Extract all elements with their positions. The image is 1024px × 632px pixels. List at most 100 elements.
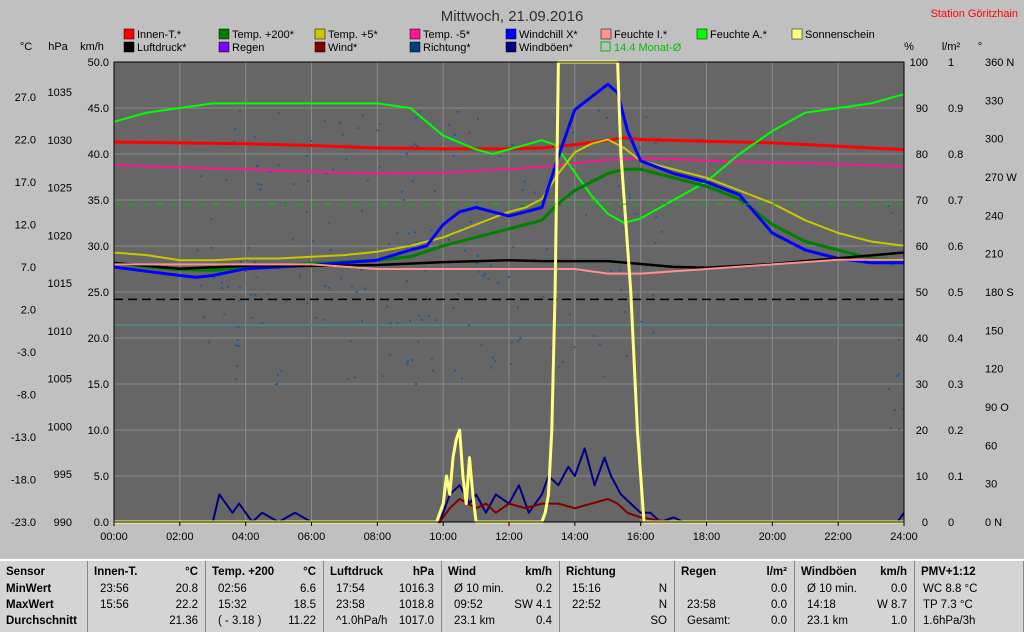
- direction-dot: [338, 122, 341, 125]
- stats-value: TP 7.3 °C: [923, 599, 973, 611]
- stats-unit: hPa: [412, 566, 434, 578]
- stats-time: 02:56: [218, 583, 247, 595]
- direction-dot: [235, 365, 238, 368]
- stats-value: 18.5: [293, 599, 316, 611]
- direction-dot: [261, 322, 264, 325]
- direction-dot: [342, 133, 345, 136]
- direction-dot: [277, 164, 280, 167]
- stats-value: W 8.7: [876, 599, 907, 611]
- direction-dot: [415, 117, 418, 120]
- direction-dot: [346, 378, 349, 381]
- station-label: Station Göritzhain: [931, 8, 1018, 20]
- legend-swatch: [123, 28, 135, 40]
- direction-dot: [360, 320, 363, 323]
- direction-dot: [448, 123, 451, 126]
- x-tick-label: 22:00: [824, 531, 852, 543]
- lm2-tick-label: 0.1: [948, 471, 963, 483]
- direction-dot: [463, 249, 466, 252]
- direction-dot: [266, 293, 269, 296]
- direction-dot: [298, 275, 301, 278]
- direction-dot: [314, 316, 317, 319]
- direction-dot: [402, 198, 405, 201]
- stats-value: WC 8.8 °C: [923, 583, 978, 595]
- direction-dot: [238, 286, 241, 289]
- direction-dot: [307, 179, 310, 182]
- celsius-tick-label: 12.0: [15, 220, 36, 232]
- weather-chart: 00:00 02:00 04:00 06:00 08:00 10:00 12:00 14:00…: [0, 0, 1024, 559]
- direction-dot: [452, 306, 455, 309]
- direction-dot: [521, 188, 524, 191]
- direction-dot: [400, 190, 403, 193]
- direction-dot: [460, 377, 463, 380]
- kmh-tick-label: 45.0: [88, 103, 109, 115]
- direction-dot: [238, 110, 241, 113]
- direction-dot: [312, 239, 315, 242]
- stats-title: PMV+1:12: [921, 566, 976, 578]
- percent-tick-label: 30: [916, 379, 928, 391]
- x-tick-label: 20:00: [759, 531, 787, 543]
- stats-value: 6.6: [300, 583, 316, 595]
- percent-tick-label: 80: [916, 149, 928, 161]
- x-tick-label: 04:00: [232, 531, 260, 543]
- direction-dot: [477, 117, 480, 120]
- direction-dot: [360, 209, 363, 212]
- stats-value: 0.4: [536, 615, 552, 627]
- celsius-tick-label: -13.0: [11, 432, 36, 444]
- direction-dot: [654, 142, 657, 145]
- x-tick-label: 12:00: [495, 531, 523, 543]
- stats-value: 0.0: [771, 615, 787, 627]
- degree-tick-label: 240: [985, 210, 1003, 222]
- direction-dot: [592, 334, 595, 337]
- lm2-tick-label: 0.3: [948, 379, 963, 391]
- direction-dot: [480, 344, 483, 347]
- hpa-tick-label: 1010: [48, 326, 72, 338]
- direction-dot: [430, 358, 433, 361]
- direction-dot: [406, 279, 409, 282]
- direction-dot: [545, 248, 548, 251]
- stats-value: 0.2: [536, 583, 552, 595]
- legend-label: Windböen*: [519, 42, 574, 54]
- direction-dot: [898, 428, 901, 431]
- kmh-tick-label: 10.0: [88, 425, 109, 437]
- direction-dot: [447, 238, 450, 241]
- hpa-tick-label: 1030: [48, 135, 72, 147]
- stats-title: Richtung: [566, 566, 616, 578]
- direction-dot: [292, 183, 295, 186]
- direction-dot: [388, 353, 391, 356]
- celsius-tick-label: 27.0: [15, 92, 36, 104]
- celsius-tick-label: -8.0: [17, 390, 36, 402]
- stats-time: 23:58: [336, 599, 365, 611]
- hpa-tick-label: 990: [54, 517, 72, 529]
- stats-time: 23:58: [687, 599, 716, 611]
- stats-unit: km/h: [525, 566, 552, 578]
- direction-dot: [597, 109, 600, 112]
- x-tick-label: 18:00: [693, 531, 721, 543]
- stats-time: 23.1 km: [807, 615, 848, 627]
- direction-dot: [468, 131, 471, 134]
- direction-dot: [901, 408, 904, 411]
- direction-dot: [305, 154, 308, 157]
- stats-value: 1016.3: [398, 583, 434, 595]
- degree-tick-label: 150: [985, 325, 1003, 337]
- direction-dot: [310, 139, 313, 142]
- kmh-tick-label: 25.0: [88, 287, 109, 299]
- direction-dot: [253, 261, 256, 264]
- direction-dot: [396, 321, 399, 324]
- kmh-tick-label: 15.0: [88, 379, 109, 391]
- celsius-tick-label: 7.0: [21, 262, 36, 274]
- direction-dot: [285, 300, 288, 303]
- stats-time: 17:54: [336, 583, 365, 595]
- hpa-tick-label: 1015: [48, 278, 72, 290]
- direction-dot: [896, 375, 899, 378]
- direction-dot: [635, 213, 638, 216]
- stats-value: 20.8: [175, 583, 198, 595]
- direction-dot: [345, 158, 348, 161]
- direction-dot: [382, 375, 385, 378]
- direction-dot: [523, 180, 526, 183]
- stats-row-label: Durchschnitt: [6, 615, 77, 627]
- stats-title: Regen: [681, 566, 717, 578]
- direction-dot: [602, 376, 605, 379]
- legend-swatch: [409, 41, 421, 53]
- direction-dot: [489, 264, 492, 267]
- direction-dot: [364, 287, 367, 290]
